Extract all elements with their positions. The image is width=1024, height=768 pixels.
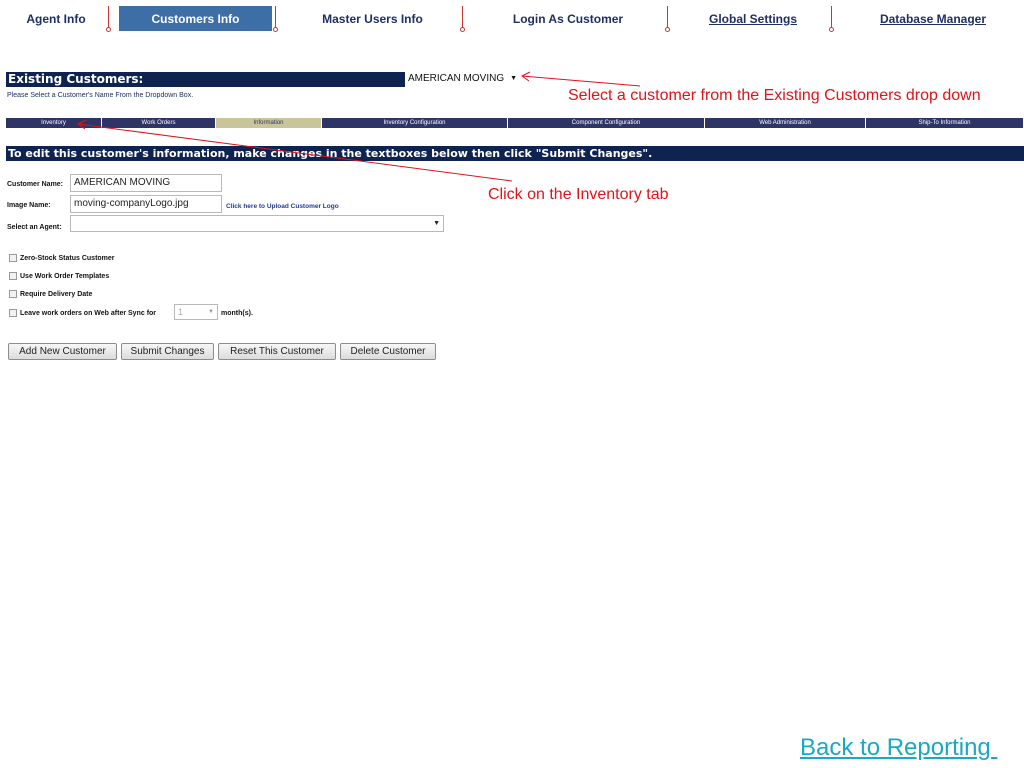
back-to-reporting-link[interactable]: Back to Reporting (800, 734, 997, 762)
edit-instruction-bar: To edit this customer's information, mak… (6, 146, 1024, 161)
nav-master-users-info[interactable]: Master Users Info (300, 6, 445, 31)
annotation-select-customer: Select a customer from the Existing Cust… (568, 87, 981, 104)
customer-tabs: Inventory Work Orders Information Invent… (6, 118, 1024, 128)
months-value: 1 (178, 307, 184, 317)
work-order-templates-label: Use Work Order Templates (20, 273, 110, 280)
delete-customer-button[interactable]: Delete Customer (340, 343, 436, 360)
image-name-input[interactable]: moving-companyLogo.jpg (70, 195, 222, 213)
months-select[interactable]: 1 ▼ (174, 304, 218, 320)
dropdown-caret-icon: ▼ (510, 75, 517, 82)
nav-separator (273, 6, 278, 32)
upload-logo-link[interactable]: Click here to Upload Customer Logo (226, 203, 339, 210)
nav-database-manager[interactable]: Database Manager (858, 6, 1008, 31)
arrow-to-dropdown (521, 75, 641, 87)
nav-separator (106, 6, 111, 32)
leave-work-orders-label: Leave work orders on Web after Sync for (20, 310, 157, 317)
dropdown-caret-icon: ▼ (433, 220, 440, 227)
tab-inventory[interactable]: Inventory (6, 118, 102, 128)
add-new-customer-button[interactable]: Add New Customer (8, 343, 117, 360)
customer-name-label: Customer Name: (7, 181, 64, 188)
nav-separator (460, 6, 465, 32)
work-order-templates-checkbox[interactable] (9, 272, 17, 280)
tab-ship-to-information[interactable]: Ship-To Information (866, 118, 1024, 128)
arrow-head (521, 71, 531, 82)
select-agent-dropdown[interactable]: ▼ (70, 215, 444, 232)
annotation-inventory-tab: Click on the Inventory tab (488, 186, 669, 203)
reset-customer-button[interactable]: Reset This Customer (218, 343, 336, 360)
submit-changes-button[interactable]: Submit Changes (121, 343, 214, 360)
customer-name-input[interactable]: AMERICAN MOVING (70, 174, 222, 192)
zero-stock-checkbox[interactable] (9, 254, 17, 262)
require-delivery-date-label: Require Delivery Date (20, 291, 93, 298)
nav-separator (665, 6, 670, 32)
tab-component-configuration[interactable]: Component Configuration (508, 118, 705, 128)
existing-customers-selected: AMERICAN MOVING (408, 73, 505, 84)
require-delivery-date-checkbox[interactable] (9, 290, 17, 298)
top-nav: Agent Info Customers Info Master Users I… (0, 0, 1024, 36)
tab-work-orders[interactable]: Work Orders (102, 118, 216, 128)
customer-dropdown-help: Please Select a Customer's Name From the… (7, 92, 194, 99)
nav-agent-info[interactable]: Agent Info (10, 6, 102, 31)
select-agent-label: Select an Agent: (7, 224, 62, 231)
zero-stock-label: Zero-Stock Status Customer (20, 255, 115, 262)
leave-work-orders-checkbox[interactable] (9, 309, 17, 317)
existing-customers-dropdown[interactable]: AMERICAN MOVING ▼ (405, 71, 520, 87)
existing-customers-header: Existing Customers: (6, 72, 407, 87)
tab-information[interactable]: Information (216, 118, 322, 128)
tab-web-administration[interactable]: Web Administration (705, 118, 866, 128)
nav-separator (829, 6, 834, 32)
months-suffix: month(s). (221, 310, 253, 317)
annotation-arrows (77, 71, 641, 182)
tab-inventory-configuration[interactable]: Inventory Configuration (322, 118, 508, 128)
nav-global-settings[interactable]: Global Settings (690, 6, 816, 31)
dropdown-caret-icon: ▼ (208, 309, 214, 315)
nav-customers-info[interactable]: Customers Info (119, 6, 272, 31)
image-name-label: Image Name: (7, 202, 51, 209)
nav-login-as-customer[interactable]: Login As Customer (490, 6, 646, 31)
